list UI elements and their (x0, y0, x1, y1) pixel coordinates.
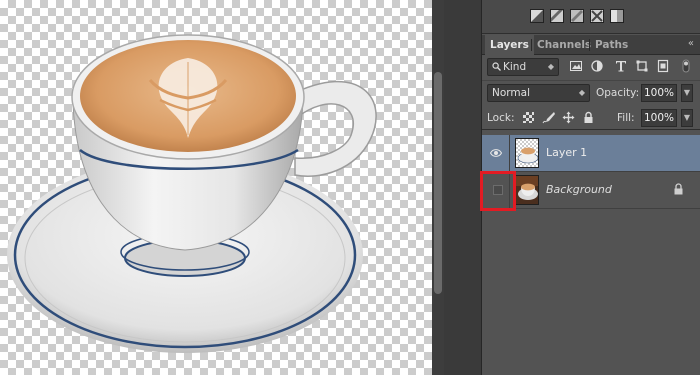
annotation-highlight-box (480, 171, 516, 211)
coffee-cup-image (7, 34, 377, 353)
tab-channels[interactable]: Channels (532, 35, 596, 55)
filter-type-layers-icon[interactable] (614, 59, 628, 73)
style-preset-1-icon[interactable] (530, 9, 544, 23)
filter-kind-select[interactable]: Kind ◆ (487, 58, 559, 76)
scrollbar-thumb[interactable] (434, 72, 442, 294)
style-preset-3-icon[interactable] (570, 9, 584, 23)
filter-toggle-switch[interactable] (679, 59, 693, 73)
lock-transparent-pixels-icon[interactable] (522, 111, 535, 124)
document-canvas[interactable] (0, 0, 432, 375)
chevron-updown-icon: ◆ (547, 62, 554, 71)
opacity-dropdown-arrow[interactable]: ▼ (681, 84, 693, 102)
layer-list: Layer 1 Background (482, 131, 700, 375)
tab-layers[interactable]: Layers (485, 35, 534, 55)
styles-strip (482, 0, 700, 34)
layer-thumbnail (515, 138, 539, 168)
blend-mode-select[interactable]: Normal ◆ (487, 84, 590, 102)
layer-name[interactable]: Layer 1 (546, 146, 587, 159)
style-preset-4-icon[interactable] (590, 9, 604, 23)
blend-mode-value: Normal (492, 87, 530, 99)
chevron-updown-icon: ◆ (578, 88, 585, 97)
lock-image-pixels-icon[interactable] (542, 111, 555, 124)
lock-row: Lock: Fill: 100% ▼ (482, 106, 700, 130)
filter-adjustment-layers-icon[interactable] (590, 59, 604, 73)
eye-icon[interactable] (490, 148, 502, 158)
layer-filter-row: Kind ◆ (482, 56, 700, 78)
fill-label: Fill: (617, 112, 635, 124)
lock-position-icon[interactable] (562, 111, 575, 124)
filter-smart-objects-icon[interactable] (656, 59, 670, 73)
panel-collapse-button[interactable]: « (688, 38, 694, 49)
filter-pixel-layers-icon[interactable] (569, 59, 583, 73)
opacity-label: Opacity: (596, 87, 640, 99)
blend-mode-row: Normal ◆ Opacity: 100% ▼ (482, 80, 700, 104)
filter-kind-label: Kind (503, 61, 527, 73)
panel-gutter (444, 0, 482, 375)
canvas-vertical-scrollbar[interactable] (432, 0, 444, 375)
layer-locked-icon[interactable] (673, 183, 684, 195)
style-preset-5-icon[interactable] (610, 9, 624, 23)
style-preset-2-icon[interactable] (550, 9, 564, 23)
layer-thumbnail (515, 175, 539, 205)
layer-row-layer-1[interactable]: Layer 1 (482, 135, 700, 172)
fill-dropdown-arrow[interactable]: ▼ (681, 109, 693, 127)
lock-label: Lock: (487, 112, 515, 124)
filter-shape-layers-icon[interactable] (635, 59, 649, 73)
lock-all-icon[interactable] (582, 111, 595, 124)
search-icon (492, 62, 501, 71)
tab-paths[interactable]: Paths (590, 35, 633, 55)
fill-input[interactable]: 100% (641, 109, 677, 127)
layer-name[interactable]: Background (546, 183, 612, 196)
panel-tab-bar: Layers Channels Paths « (482, 35, 700, 55)
layer-visibility-toggle[interactable] (482, 135, 510, 171)
opacity-input[interactable]: 100% (641, 84, 677, 102)
